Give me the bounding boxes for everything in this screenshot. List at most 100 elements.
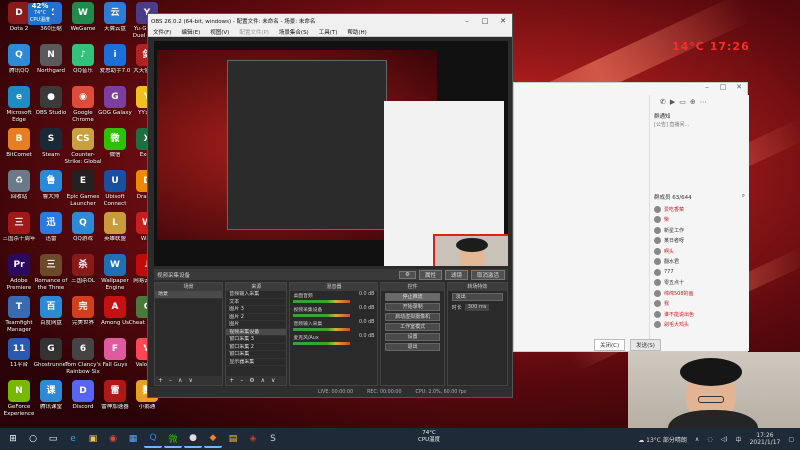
up-icon[interactable]: ∧ (178, 377, 182, 384)
add-member-icon[interactable]: ⊕ (690, 98, 696, 106)
source-item[interactable]: 窗口采集 2 (226, 344, 287, 351)
control-button[interactable]: 设置 (385, 333, 440, 341)
member-item[interactable]: 某日者呀 (650, 236, 749, 247)
properties-button[interactable]: 属性 (418, 269, 442, 280)
obs-icon[interactable]: ● (184, 430, 202, 448)
source-item[interactable]: 图片 2 (226, 314, 287, 321)
qq-icon[interactable]: Q (144, 430, 162, 448)
control-button[interactable]: 退出 (385, 343, 440, 351)
store-icon[interactable]: ▦ (124, 430, 142, 448)
up-icon[interactable]: ∧ (261, 377, 265, 384)
mixer-channel-db: 0.0 dB (358, 334, 375, 339)
phone-icon[interactable]: ✆ (660, 98, 666, 106)
member-name: 我 (664, 301, 670, 308)
member-item[interactable]: 绵绵508的画 (650, 288, 749, 299)
more-icon[interactable]: ⋯ (700, 98, 707, 106)
obs-preview[interactable] (154, 41, 508, 266)
volume-meter[interactable] (293, 328, 351, 331)
remove-icon[interactable]: – (240, 377, 243, 384)
member-item[interactable]: 爱吃香菜 (650, 204, 749, 215)
menu-item[interactable]: 配置文件(P) (234, 28, 274, 36)
member-item[interactable]: 我 (650, 299, 749, 310)
explorer-icon[interactable]: ▣ (84, 430, 102, 448)
add-icon[interactable]: + (229, 377, 234, 384)
filters-button[interactable]: 滤镜 (444, 269, 468, 280)
member-item[interactable]: 柴 (650, 215, 749, 226)
weather[interactable]: ☁ 13°C 部分晴朗 (638, 435, 687, 444)
volume-meter[interactable] (293, 300, 351, 303)
transition-select[interactable]: 淡出 (451, 293, 504, 301)
notification-icon[interactable]: ▢ (788, 436, 794, 443)
folder-icon[interactable]: ▤ (224, 430, 242, 448)
source-item[interactable]: 显示器采集 (226, 359, 287, 366)
task-view-icon[interactable]: ▭ (44, 430, 62, 448)
source-item[interactable]: 图片 3 (226, 306, 287, 314)
close-icon[interactable]: ✕ (494, 17, 512, 25)
source-item[interactable]: 窗口采集 (226, 351, 287, 359)
source-item[interactable]: 窗口采集 3 (226, 336, 287, 344)
obs-titlebar[interactable]: OBS 26.0.2 (64-bit, windows) - 配置文件: 未命名… (148, 14, 512, 27)
desktop-icon-label: 小鹅通 (138, 404, 156, 410)
maximize-icon[interactable]: □ (476, 17, 494, 25)
close-icon[interactable]: ✕ (731, 83, 747, 95)
search-icon[interactable]: ⌕ (742, 193, 745, 201)
member-item[interactable]: 翻水君 (650, 257, 749, 268)
app-icon[interactable]: ◆ (204, 430, 222, 448)
wechat-window[interactable]: – □ ✕ ✆ ▶ ▭ ⊕ ⋯ 群通知 [公告] 直播间... 群成员 63/6… (513, 82, 749, 352)
app-icon: Q (8, 44, 30, 66)
member-item[interactable]: 谁不能说出色 (650, 309, 749, 320)
member-item[interactable]: 零五点十 (650, 278, 749, 289)
member-item[interactable]: 777 (650, 267, 749, 278)
duration-input[interactable]: 300 ms (464, 304, 490, 311)
scene-item[interactable]: 场景 (155, 291, 223, 299)
volume-icon[interactable]: ◁) (721, 436, 728, 443)
volume-meter[interactable] (293, 342, 351, 345)
source-item[interactable]: 图片 (226, 321, 287, 329)
down-icon[interactable]: ∨ (271, 377, 275, 384)
deactivate-button[interactable]: 取消激活 (470, 269, 505, 280)
wechat-icon[interactable]: 微 (164, 430, 182, 448)
control-button[interactable]: 开始录制 (385, 303, 440, 311)
menu-item[interactable]: 工具(T) (314, 28, 343, 36)
control-button[interactable]: 停止推流 (385, 293, 440, 301)
control-button[interactable]: 工作室模式 (385, 323, 440, 331)
control-button[interactable]: 启动虚拟摄像机 (385, 313, 440, 321)
minimize-icon[interactable]: – (458, 17, 476, 25)
gear-icon[interactable]: ⚙ (399, 270, 416, 279)
menu-item[interactable]: 编辑(E) (176, 28, 205, 36)
send-button[interactable]: 发送(S) (630, 339, 661, 351)
menu-item[interactable]: 场景集合(S) (274, 28, 314, 36)
maximize-icon[interactable]: □ (715, 83, 731, 95)
network-icon[interactable]: ◌ (707, 436, 712, 443)
edge-icon[interactable]: e (64, 430, 82, 448)
menu-item[interactable]: 文件(F) (148, 28, 176, 36)
volume-meter[interactable] (293, 314, 351, 317)
clock[interactable]: 17:26 2021/1/17 (750, 432, 781, 446)
avatar (654, 310, 661, 318)
gear-icon[interactable]: ⚙ (249, 377, 254, 384)
video-icon[interactable]: ▶ (670, 98, 675, 106)
screen-icon[interactable]: ▭ (679, 98, 686, 106)
menu-item[interactable]: 帮助(H) (342, 28, 371, 36)
chrome-icon[interactable]: ◉ (104, 430, 122, 448)
source-item[interactable]: 文本 (226, 299, 287, 306)
down-icon[interactable]: ∨ (188, 377, 192, 384)
menu-item[interactable]: 视图(V) (205, 28, 234, 36)
search-icon[interactable]: ○ (24, 430, 42, 448)
obs-window[interactable]: OBS 26.0.2 (64-bit, windows) - 配置文件: 未命名… (147, 13, 513, 398)
game-icon[interactable]: ◈ (244, 430, 262, 448)
source-item[interactable]: 视频采集设备 (226, 328, 287, 336)
member-item[interactable]: 剁毛大鸡头 (650, 320, 749, 331)
remove-icon[interactable]: – (169, 377, 172, 384)
minimize-icon[interactable]: – (699, 83, 715, 95)
steam-icon[interactable]: S (264, 430, 282, 448)
app-icon: e (8, 86, 30, 108)
chevron-up-icon[interactable]: ∧ (695, 436, 699, 443)
member-item[interactable]: 新星工作 (650, 225, 749, 236)
source-item[interactable]: 音频输入采集 (226, 291, 287, 299)
input-language[interactable]: 中 (736, 435, 742, 444)
member-item[interactable]: 啊头 (650, 246, 749, 257)
close-button[interactable]: 关闭(C) (594, 339, 626, 351)
start-icon[interactable]: ⊞ (4, 430, 22, 448)
add-icon[interactable]: + (158, 377, 163, 384)
